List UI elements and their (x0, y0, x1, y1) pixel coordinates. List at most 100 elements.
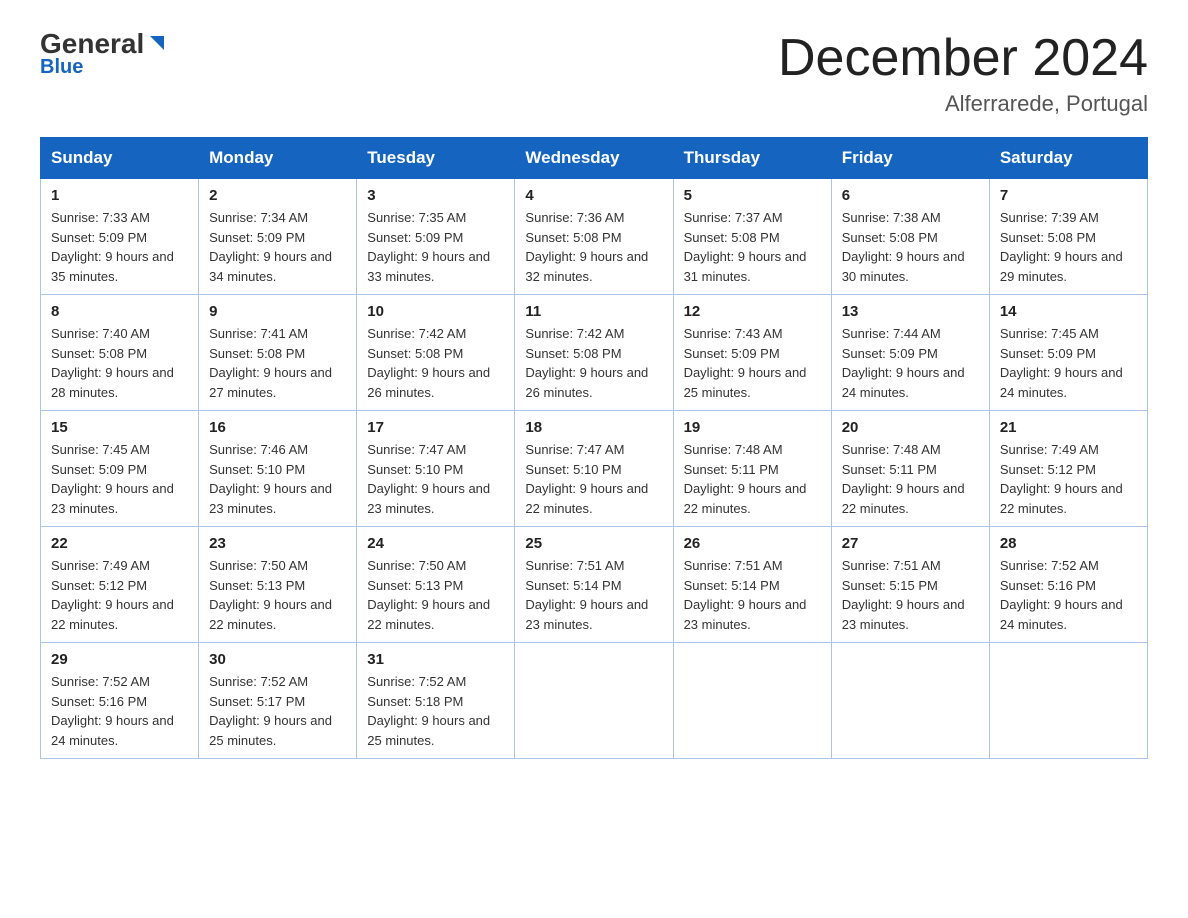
day-number: 7 (1000, 187, 1137, 204)
col-saturday: Saturday (989, 138, 1147, 179)
col-wednesday: Wednesday (515, 138, 673, 179)
day-info: Sunrise: 7:37 AMSunset: 5:08 PMDaylight:… (684, 208, 821, 286)
logo-general: General (40, 30, 144, 58)
day-number: 12 (684, 303, 821, 320)
day-number: 2 (209, 187, 346, 204)
col-thursday: Thursday (673, 138, 831, 179)
table-row: 23 Sunrise: 7:50 AMSunset: 5:13 PMDayligh… (199, 527, 357, 643)
day-info: Sunrise: 7:42 AMSunset: 5:08 PMDaylight:… (525, 324, 662, 402)
day-number: 28 (1000, 535, 1137, 552)
day-number: 16 (209, 419, 346, 436)
day-info: Sunrise: 7:43 AMSunset: 5:09 PMDaylight:… (684, 324, 821, 402)
day-number: 31 (367, 651, 504, 668)
table-row: 15 Sunrise: 7:45 AMSunset: 5:09 PMDayligh… (41, 411, 199, 527)
day-info: Sunrise: 7:47 AMSunset: 5:10 PMDaylight:… (525, 440, 662, 518)
day-info: Sunrise: 7:34 AMSunset: 5:09 PMDaylight:… (209, 208, 346, 286)
day-number: 19 (684, 419, 821, 436)
day-number: 23 (209, 535, 346, 552)
col-friday: Friday (831, 138, 989, 179)
table-row: 27Sunrise: 7:51 AMSunset: 5:15 PMDayligh… (831, 527, 989, 643)
table-row: 17Sunrise: 7:47 AMSunset: 5:10 PMDayligh… (357, 411, 515, 527)
table-row: 18 Sunrise: 7:47 AMSunset: 5:10 PMDayligh… (515, 411, 673, 527)
table-row: 16Sunrise: 7:46 AMSunset: 5:10 PMDayligh… (199, 411, 357, 527)
table-row: 7 Sunrise: 7:39 AMSunset: 5:08 PMDaylight… (989, 179, 1147, 295)
day-number: 22 (51, 535, 188, 552)
table-row: 3 Sunrise: 7:35 AMSunset: 5:09 PMDaylight… (357, 179, 515, 295)
table-row (989, 643, 1147, 759)
day-info: Sunrise: 7:52 AMSunset: 5:17 PMDaylight:… (209, 672, 346, 750)
calendar-week-row: 29 Sunrise: 7:52 AMSunset: 5:16 PMDayligh… (41, 643, 1148, 759)
day-number: 26 (684, 535, 821, 552)
table-row: 11 Sunrise: 7:42 AMSunset: 5:08 PMDayligh… (515, 295, 673, 411)
table-row: 30 Sunrise: 7:52 AMSunset: 5:17 PMDayligh… (199, 643, 357, 759)
col-monday: Monday (199, 138, 357, 179)
day-info: Sunrise: 7:36 AMSunset: 5:08 PMDaylight:… (525, 208, 662, 286)
day-info: Sunrise: 7:44 AMSunset: 5:09 PMDaylight:… (842, 324, 979, 402)
table-row: 6Sunrise: 7:38 AMSunset: 5:08 PMDaylight… (831, 179, 989, 295)
logo-blue: Blue (40, 56, 83, 79)
table-row: 21Sunrise: 7:49 AMSunset: 5:12 PMDayligh… (989, 411, 1147, 527)
day-info: Sunrise: 7:45 AMSunset: 5:09 PMDaylight:… (1000, 324, 1137, 402)
table-row: 25 Sunrise: 7:51 AMSunset: 5:14 PMDayligh… (515, 527, 673, 643)
day-info: Sunrise: 7:52 AMSunset: 5:16 PMDaylight:… (1000, 556, 1137, 634)
day-number: 27 (842, 535, 979, 552)
day-info: Sunrise: 7:51 AMSunset: 5:14 PMDaylight:… (525, 556, 662, 634)
table-row: 4Sunrise: 7:36 AMSunset: 5:08 PMDaylight… (515, 179, 673, 295)
day-number: 13 (842, 303, 979, 320)
calendar-header-row: Sunday Monday Tuesday Wednesday Thursday… (41, 138, 1148, 179)
day-info: Sunrise: 7:39 AMSunset: 5:08 PMDaylight:… (1000, 208, 1137, 286)
calendar-table: Sunday Monday Tuesday Wednesday Thursday… (40, 137, 1148, 759)
day-number: 15 (51, 419, 188, 436)
logo: General Blue (40, 30, 168, 79)
day-info: Sunrise: 7:51 AMSunset: 5:14 PMDaylight:… (684, 556, 821, 634)
day-info: Sunrise: 7:50 AMSunset: 5:13 PMDaylight:… (209, 556, 346, 634)
col-sunday: Sunday (41, 138, 199, 179)
day-number: 29 (51, 651, 188, 668)
table-row: 10 Sunrise: 7:42 AMSunset: 5:08 PMDayligh… (357, 295, 515, 411)
day-number: 20 (842, 419, 979, 436)
day-number: 6 (842, 187, 979, 204)
table-row: 19Sunrise: 7:48 AMSunset: 5:11 PMDayligh… (673, 411, 831, 527)
day-number: 30 (209, 651, 346, 668)
table-row: 9Sunrise: 7:41 AMSunset: 5:08 PMDaylight… (199, 295, 357, 411)
day-number: 5 (684, 187, 821, 204)
table-row: 14 Sunrise: 7:45 AMSunset: 5:09 PMDayligh… (989, 295, 1147, 411)
page-header: General Blue December 2024 Alferrarede, … (40, 30, 1148, 117)
table-row: 29 Sunrise: 7:52 AMSunset: 5:16 PMDayligh… (41, 643, 199, 759)
day-info: Sunrise: 7:42 AMSunset: 5:08 PMDaylight:… (367, 324, 504, 402)
table-row: 22Sunrise: 7:49 AMSunset: 5:12 PMDayligh… (41, 527, 199, 643)
day-info: Sunrise: 7:40 AMSunset: 5:08 PMDaylight:… (51, 324, 188, 402)
location: Alferrarede, Portugal (778, 91, 1148, 117)
table-row (515, 643, 673, 759)
title-block: December 2024 Alferrarede, Portugal (778, 30, 1148, 117)
day-info: Sunrise: 7:35 AMSunset: 5:09 PMDaylight:… (367, 208, 504, 286)
day-number: 25 (525, 535, 662, 552)
day-number: 17 (367, 419, 504, 436)
month-title: December 2024 (778, 30, 1148, 87)
col-tuesday: Tuesday (357, 138, 515, 179)
table-row: 26 Sunrise: 7:51 AMSunset: 5:14 PMDayligh… (673, 527, 831, 643)
day-info: Sunrise: 7:52 AMSunset: 5:16 PMDaylight:… (51, 672, 188, 750)
calendar-week-row: 1Sunrise: 7:33 AMSunset: 5:09 PMDaylight… (41, 179, 1148, 295)
day-number: 11 (525, 303, 662, 320)
table-row (831, 643, 989, 759)
day-info: Sunrise: 7:50 AMSunset: 5:13 PMDaylight:… (367, 556, 504, 634)
day-number: 14 (1000, 303, 1137, 320)
table-row: 1Sunrise: 7:33 AMSunset: 5:09 PMDaylight… (41, 179, 199, 295)
day-number: 3 (367, 187, 504, 204)
table-row: 8Sunrise: 7:40 AMSunset: 5:08 PMDaylight… (41, 295, 199, 411)
day-info: Sunrise: 7:52 AMSunset: 5:18 PMDaylight:… (367, 672, 504, 750)
table-row: 31 Sunrise: 7:52 AMSunset: 5:18 PMDayligh… (357, 643, 515, 759)
table-row: 13 Sunrise: 7:44 AMSunset: 5:09 PMDayligh… (831, 295, 989, 411)
logo-triangle-icon (146, 32, 168, 54)
day-info: Sunrise: 7:48 AMSunset: 5:11 PMDaylight:… (842, 440, 979, 518)
day-number: 21 (1000, 419, 1137, 436)
day-info: Sunrise: 7:45 AMSunset: 5:09 PMDaylight:… (51, 440, 188, 518)
table-row: 12 Sunrise: 7:43 AMSunset: 5:09 PMDayligh… (673, 295, 831, 411)
day-number: 10 (367, 303, 504, 320)
day-info: Sunrise: 7:33 AMSunset: 5:09 PMDaylight:… (51, 208, 188, 286)
calendar-week-row: 8Sunrise: 7:40 AMSunset: 5:08 PMDaylight… (41, 295, 1148, 411)
calendar-week-row: 15 Sunrise: 7:45 AMSunset: 5:09 PMDayligh… (41, 411, 1148, 527)
day-number: 18 (525, 419, 662, 436)
table-row: 2 Sunrise: 7:34 AMSunset: 5:09 PMDaylight… (199, 179, 357, 295)
